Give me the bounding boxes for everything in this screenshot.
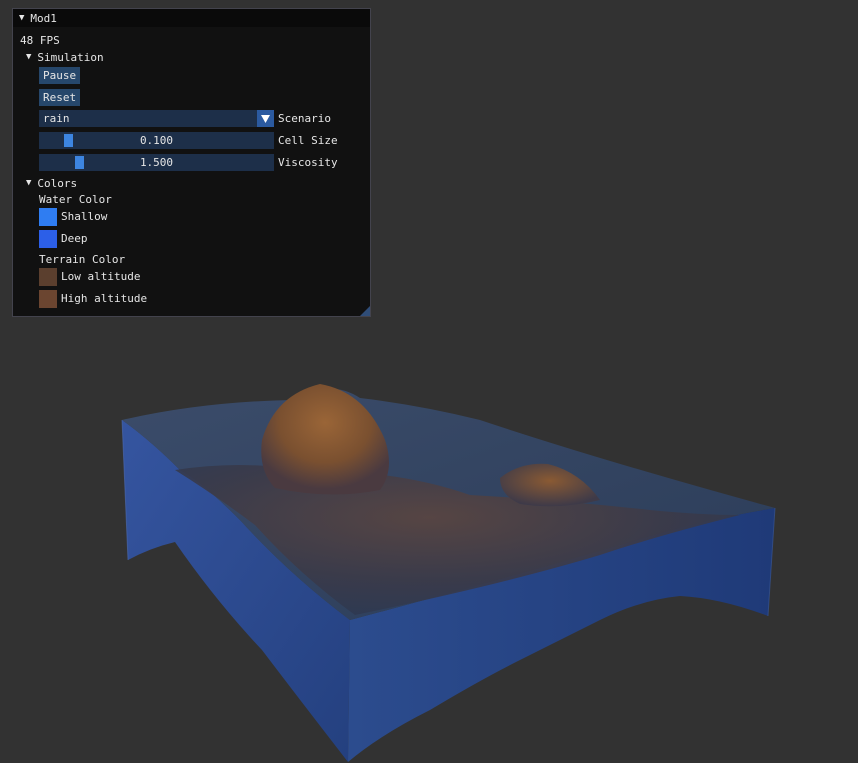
viscosity-value: 1.500 xyxy=(139,156,174,169)
shallow-label: Shallow xyxy=(61,210,108,223)
collapse-arrow-icon[interactable]: ▼ xyxy=(19,13,24,23)
fps-counter: 48 FPS xyxy=(20,31,60,49)
scenario-combo[interactable]: rain xyxy=(39,110,274,127)
colors-header-label: Colors xyxy=(37,176,78,190)
reset-button[interactable]: Reset xyxy=(39,88,81,106)
cell-size-value: 0.100 xyxy=(139,134,174,147)
deep-label: Deep xyxy=(61,232,88,245)
low-altitude-color-swatch[interactable] xyxy=(39,268,57,286)
water-color-title: Water Color xyxy=(39,192,112,206)
resize-grip-icon[interactable] xyxy=(360,306,370,316)
pause-button[interactable]: Pause xyxy=(39,66,81,84)
shallow-color-swatch[interactable] xyxy=(39,208,57,226)
high-altitude-color-swatch[interactable] xyxy=(39,290,57,308)
viscosity-label: Viscosity xyxy=(278,156,338,169)
fps-label: 48 FPS xyxy=(20,33,60,47)
window-title: Mod1 xyxy=(30,11,57,25)
cell-size-slider[interactable]: 0.100 xyxy=(39,132,274,149)
scenario-value: rain xyxy=(43,112,70,125)
deep-color-swatch[interactable] xyxy=(39,230,57,248)
cell-size-label: Cell Size xyxy=(278,134,338,147)
low-altitude-label: Low altitude xyxy=(61,270,141,283)
simulation-header[interactable]: ▼ Simulation xyxy=(26,48,104,66)
viscosity-slider[interactable]: 1.500 xyxy=(39,154,274,171)
combo-arrow-icon[interactable] xyxy=(257,110,274,127)
tree-open-arrow-icon[interactable]: ▼ xyxy=(26,52,31,62)
simulation-header-label: Simulation xyxy=(37,50,104,64)
window-title-bar[interactable]: ▼ Mod1 xyxy=(13,9,370,27)
imgui-window-mod1[interactable]: ▼ Mod1 48 FPS ▼ Simulation Pause Reset r… xyxy=(12,8,371,317)
high-altitude-label: High altitude xyxy=(61,292,148,305)
terrain-color-title: Terrain Color xyxy=(39,252,126,266)
tree-open-arrow-icon[interactable]: ▼ xyxy=(26,178,31,188)
scenario-label: Scenario xyxy=(278,112,331,125)
